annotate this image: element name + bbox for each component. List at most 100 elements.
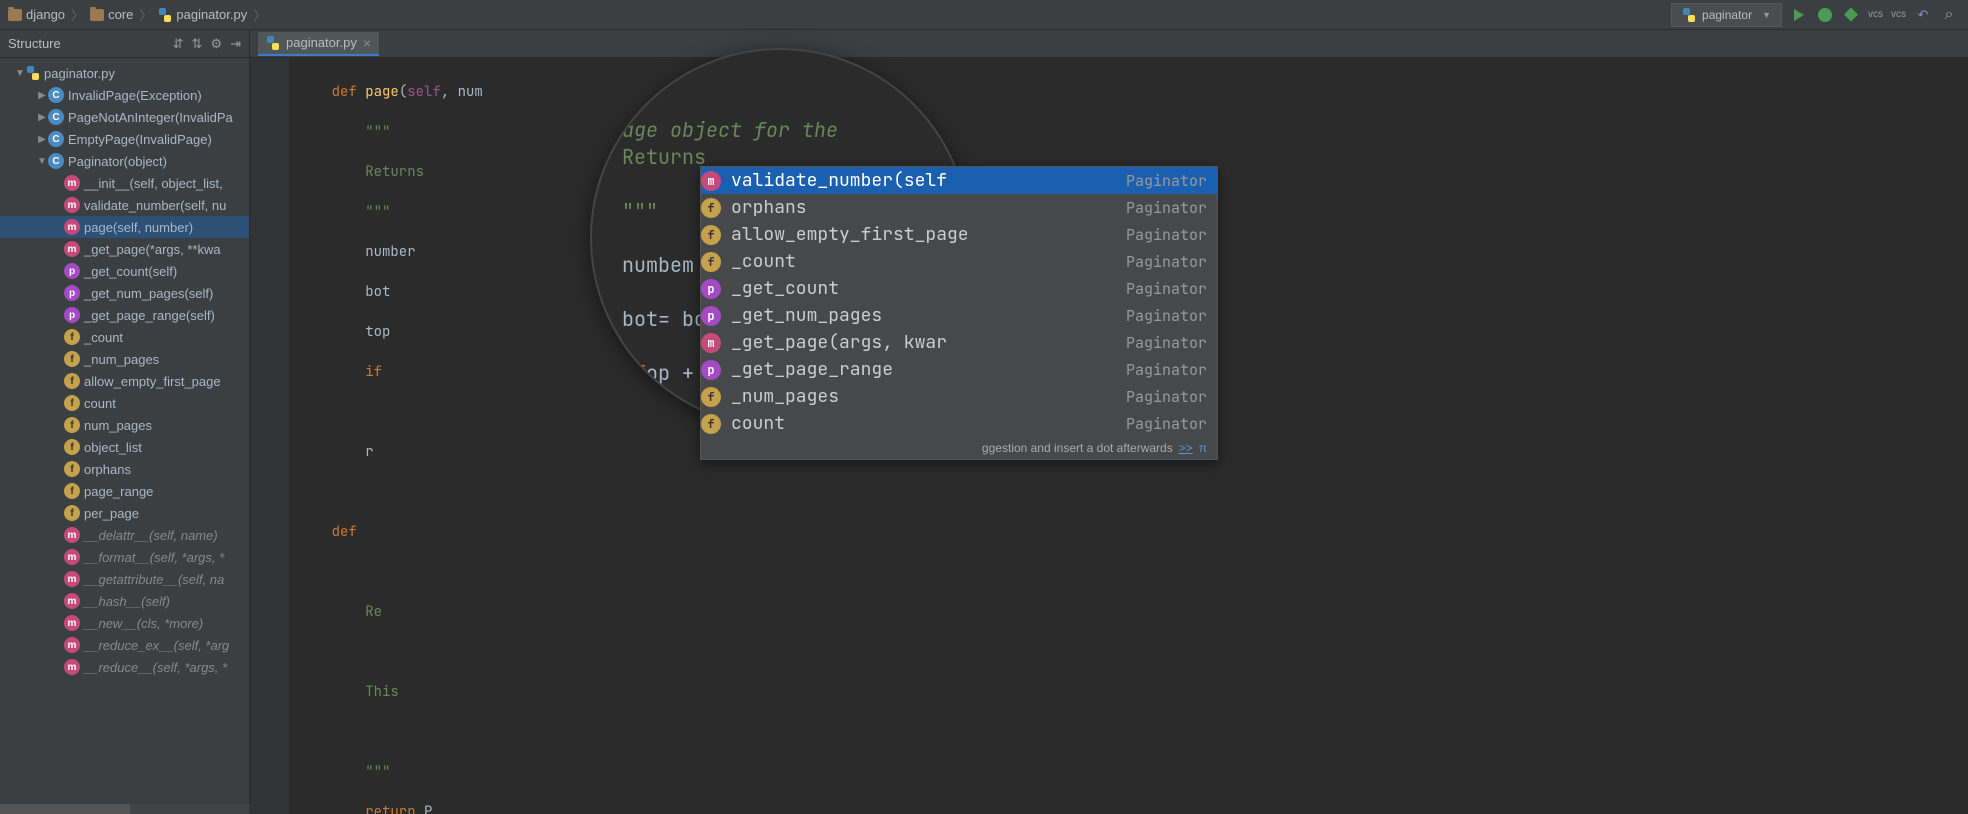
- coverage-button[interactable]: [1842, 6, 1860, 24]
- structure-item[interactable]: m__init__(self, object_list,: [0, 172, 249, 194]
- arrow-down-icon: ▼: [14, 68, 26, 79]
- completion-item[interactable]: p _get_num_pages Paginator: [701, 302, 1217, 329]
- structure-item[interactable]: m__format__(self, *args, *: [0, 546, 249, 568]
- completion-item[interactable]: p_get_countPaginator: [701, 275, 1217, 302]
- editor-tab[interactable]: paginator.py ×: [258, 32, 379, 56]
- structure-item-label: __hash__(self): [84, 594, 170, 609]
- field-icon: f: [64, 373, 80, 389]
- completion-item[interactable]: f_num_pagesPaginator: [701, 383, 1217, 410]
- method-icon: m: [64, 571, 80, 587]
- class-icon: C: [48, 109, 64, 125]
- arrow-right-icon[interactable]: ▶: [36, 134, 48, 145]
- structure-item[interactable]: fcount: [0, 392, 249, 414]
- property-icon: p: [701, 279, 721, 299]
- structure-sidebar: Structure ⇵ ⇅ ⚙ ⇥ ▼ paginator.py ▶CInval…: [0, 30, 250, 814]
- vcs-update-button[interactable]: vcs: [1868, 9, 1883, 20]
- python-file-icon: [26, 65, 40, 81]
- completion-item[interactable]: fcountPaginator: [701, 410, 1217, 437]
- field-icon: f: [701, 252, 721, 272]
- collapse-all-icon[interactable]: ⇅: [192, 36, 203, 52]
- debug-button[interactable]: [1816, 6, 1834, 24]
- arrow-right-icon[interactable]: ▶: [36, 90, 48, 101]
- structure-item-label: __format__(self, *args, *: [84, 550, 224, 565]
- completion-item-name: _get_page(args, kwar: [731, 331, 1116, 354]
- run-button[interactable]: [1790, 6, 1808, 24]
- method-icon: m: [64, 615, 80, 631]
- vcs-commit-button[interactable]: vcs: [1891, 9, 1906, 20]
- sidebar-tools: ⇵ ⇅ ⚙ ⇥: [173, 36, 241, 52]
- method-icon: m: [64, 659, 80, 675]
- structure-item[interactable]: fallow_empty_first_page: [0, 370, 249, 392]
- prop-icon: p: [64, 307, 80, 323]
- structure-item[interactable]: fnum_pages: [0, 414, 249, 436]
- structure-item-label: count: [84, 396, 116, 411]
- breadcrumb-folder[interactable]: core: [90, 7, 133, 22]
- structure-item[interactable]: f_count: [0, 326, 249, 348]
- completion-item-class: Paginator: [1126, 333, 1207, 353]
- breadcrumb-file[interactable]: paginator.py: [158, 7, 247, 23]
- structure-item[interactable]: m__new__(cls, *more): [0, 612, 249, 634]
- structure-item[interactable]: m__delattr__(self, name): [0, 524, 249, 546]
- run-configuration-selector[interactable]: paginator ▼: [1671, 3, 1782, 27]
- folder-icon: [8, 9, 22, 21]
- structure-item[interactable]: ▶CInvalidPage(Exception): [0, 84, 249, 106]
- structure-item[interactable]: ▼CPaginator(object): [0, 150, 249, 172]
- expand-all-icon[interactable]: ⇵: [173, 36, 184, 52]
- structure-item[interactable]: p_get_num_pages(self): [0, 282, 249, 304]
- arrow-down-icon[interactable]: ▼: [36, 156, 48, 167]
- structure-item[interactable]: mvalidate_number(self, nu: [0, 194, 249, 216]
- structure-item[interactable]: m__getattribute__(self, na: [0, 568, 249, 590]
- completion-item[interactable]: f_countPaginator: [701, 248, 1217, 275]
- tree-file[interactable]: ▼ paginator.py: [0, 62, 249, 84]
- close-tab-icon[interactable]: ×: [363, 35, 371, 51]
- search-button[interactable]: ⌕: [1940, 6, 1958, 24]
- completion-item-name: _get_num_pages: [731, 304, 1116, 327]
- structure-item[interactable]: p_get_count(self): [0, 260, 249, 282]
- structure-item-label: per_page: [84, 506, 139, 521]
- property-icon: p: [701, 306, 721, 326]
- pi-icon[interactable]: π: [1199, 441, 1207, 455]
- structure-item[interactable]: m__hash__(self): [0, 590, 249, 612]
- undo-button[interactable]: ↶: [1914, 6, 1932, 24]
- structure-item[interactable]: ▶CEmptyPage(InvalidPage): [0, 128, 249, 150]
- sidebar-title: Structure: [8, 36, 61, 51]
- navigation-bar: django 〉 core 〉 paginator.py 〉 paginator…: [0, 0, 1968, 30]
- structure-item[interactable]: m_get_page(*args, **kwa: [0, 238, 249, 260]
- completion-item-name: _count: [731, 250, 1116, 273]
- tree-file-label: paginator.py: [44, 66, 115, 81]
- structure-item[interactable]: f_num_pages: [0, 348, 249, 370]
- structure-item[interactable]: mpage(self, number): [0, 216, 249, 238]
- field-icon: f: [64, 483, 80, 499]
- completion-item-name: count: [731, 412, 1116, 435]
- completion-item[interactable]: forphansPaginator: [701, 194, 1217, 221]
- structure-item[interactable]: fobject_list: [0, 436, 249, 458]
- structure-item[interactable]: ▶CPageNotAnInteger(InvalidPa: [0, 106, 249, 128]
- method-icon: m: [64, 219, 80, 235]
- arrow-right-icon[interactable]: ▶: [36, 112, 48, 123]
- completion-hint-link[interactable]: >>: [1179, 441, 1193, 455]
- structure-item[interactable]: fper_page: [0, 502, 249, 524]
- structure-item[interactable]: p_get_page_range(self): [0, 304, 249, 326]
- structure-item-label: InvalidPage(Exception): [68, 88, 202, 103]
- horizontal-scrollbar[interactable]: [0, 804, 250, 814]
- structure-item[interactable]: m __reduce__(self, *args, *: [0, 656, 249, 678]
- field-icon: f: [701, 414, 721, 434]
- completion-item[interactable]: p_get_page_rangePaginator: [701, 356, 1217, 383]
- completion-item[interactable]: m_get_page(args, kwarPaginator: [701, 329, 1217, 356]
- completion-hint: ggestion and insert a dot afterwards >> …: [701, 437, 1217, 459]
- structure-item[interactable]: forphans: [0, 458, 249, 480]
- gear-icon[interactable]: ⚙: [210, 36, 222, 52]
- structure-item[interactable]: fpage_range: [0, 480, 249, 502]
- breadcrumb-project[interactable]: django: [8, 7, 65, 22]
- chevron-down-icon: ▼: [1762, 10, 1771, 20]
- structure-item[interactable]: m__reduce_ex__(self, *arg: [0, 634, 249, 656]
- python-icon: [1682, 7, 1696, 23]
- completion-item[interactable]: mvalidate_number(selfPaginator: [701, 167, 1217, 194]
- completion-item-class: Paginator: [1126, 306, 1207, 326]
- hide-icon[interactable]: ⇥: [230, 36, 241, 52]
- structure-item-label: __reduce__(self, *args, *: [84, 660, 227, 675]
- python-file-icon: [158, 7, 172, 23]
- completion-item[interactable]: fallow_empty_first_pagePaginator: [701, 221, 1217, 248]
- structure-item-label: __reduce_ex__(self, *arg: [84, 638, 229, 653]
- method-icon: m: [64, 241, 80, 257]
